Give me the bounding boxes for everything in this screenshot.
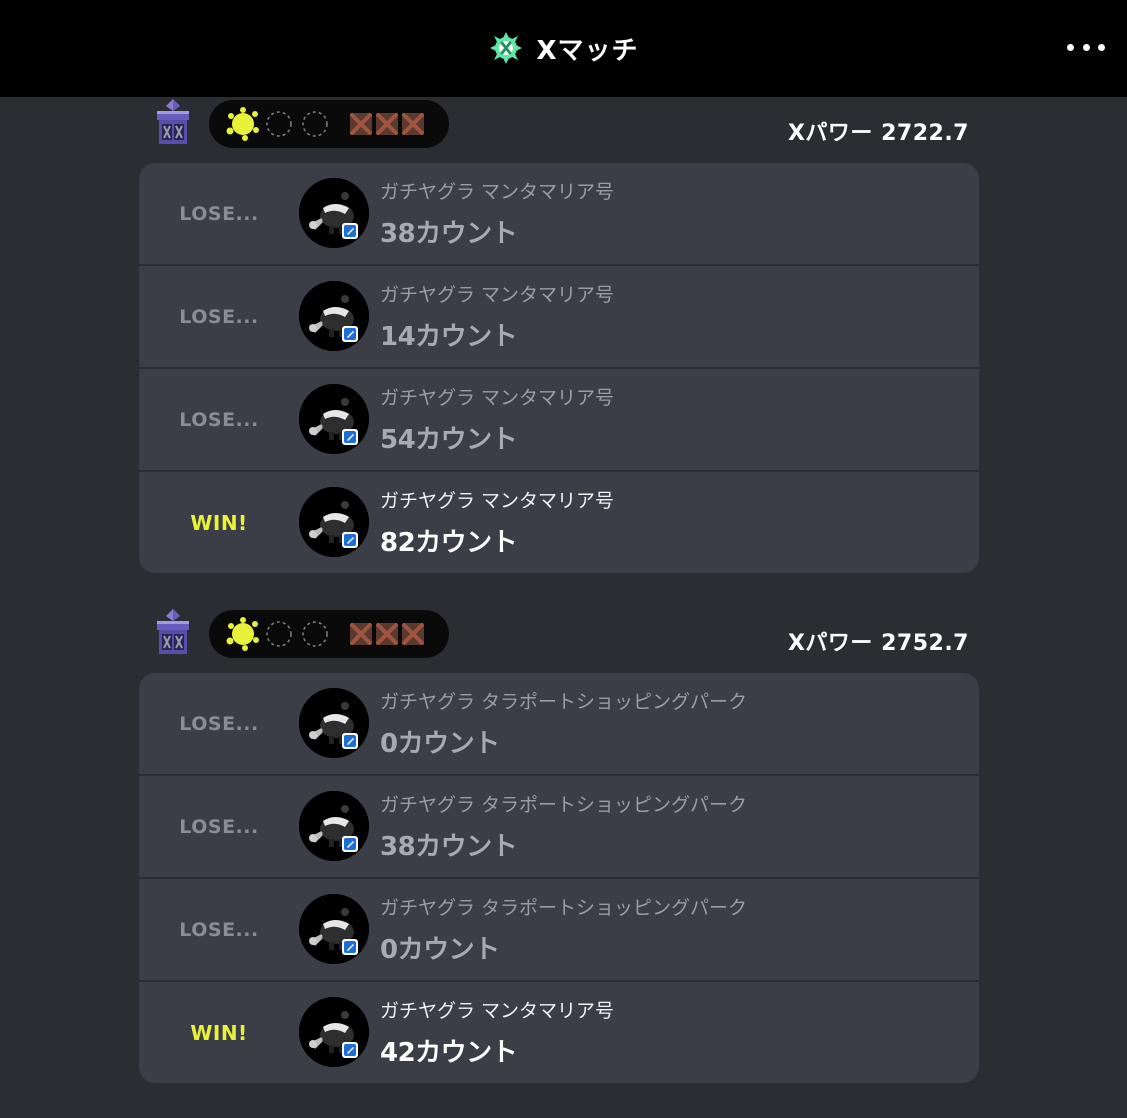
- match-row[interactable]: LOSE... ガチヤグラ マンタマリア号 38カウント: [139, 163, 979, 264]
- count-score: 0カウント: [380, 935, 500, 965]
- stage-name: ガチヤグラ マンタマリア号: [380, 284, 615, 306]
- edit-badge-icon: [341, 1041, 359, 1059]
- weapon-avatar: [299, 688, 369, 758]
- tower-control-mode-icon: [149, 607, 197, 657]
- loss-mark-icon: [402, 113, 424, 135]
- lose-label: LOSE...: [179, 408, 259, 431]
- match-row[interactable]: LOSE... ガチヤグラ マンタマリア号 54カウント: [139, 367, 979, 470]
- count-score: 38カウント: [380, 219, 518, 249]
- stage-name: ガチヤグラ タラポートショッピングパーク: [380, 794, 748, 816]
- loss-mark-icon: [402, 623, 424, 645]
- weapon-avatar: [299, 894, 369, 964]
- edit-badge-icon: [341, 325, 359, 343]
- count-score: 0カウント: [380, 729, 500, 759]
- lose-label: LOSE...: [179, 918, 259, 941]
- lose-label: LOSE...: [179, 202, 259, 225]
- count-score: 82カウント: [380, 528, 518, 558]
- edit-badge-icon: [341, 428, 359, 446]
- weapon-avatar: [299, 487, 369, 557]
- lose-label: LOSE...: [179, 305, 259, 328]
- edit-badge-icon: [341, 222, 359, 240]
- stage-name: ガチヤグラ マンタマリア号: [380, 387, 615, 409]
- loss-mark-icon: [350, 623, 372, 645]
- match-row[interactable]: WIN! ガチヤグラ マンタマリア号 42カウント: [139, 980, 979, 1083]
- battle-group: Xパワー 2752.7 LOSE... ガチヤグラ タラポートショッピングパーク 0…: [139, 607, 979, 1083]
- count-score: 42カウント: [380, 1038, 518, 1068]
- weapon-avatar: [299, 791, 369, 861]
- page-title: Xマッチ: [536, 35, 639, 66]
- win-label: WIN!: [190, 510, 248, 535]
- stage-name: ガチヤグラ タラポートショッピングパーク: [380, 897, 748, 919]
- win-label: WIN!: [190, 1020, 248, 1045]
- top-bar: Xマッチ: [0, 0, 1127, 97]
- lose-label: LOSE...: [179, 712, 259, 735]
- match-list: LOSE... ガチヤグラ タラポートショッピングパーク 0カウント LOSE...…: [139, 673, 979, 1083]
- weapon-avatar: [299, 178, 369, 248]
- loss-mark-icon: [350, 113, 372, 135]
- match-row[interactable]: LOSE... ガチヤグラ マンタマリア号 14カウント: [139, 264, 979, 367]
- loss-mark-icon: [376, 113, 398, 135]
- stage-name: ガチヤグラ タラポートショッピングパーク: [380, 691, 748, 713]
- match-row[interactable]: LOSE... ガチヤグラ タラポートショッピングパーク 0カウント: [139, 673, 979, 774]
- win-splat-icon: [226, 107, 259, 141]
- count-score: 54カウント: [380, 425, 518, 455]
- lose-label: LOSE...: [179, 815, 259, 838]
- stage-name: ガチヤグラ マンタマリア号: [380, 181, 615, 203]
- empty-slot-icon: [302, 621, 328, 647]
- empty-slot-icon: [266, 621, 292, 647]
- edit-badge-icon: [341, 938, 359, 956]
- weapon-avatar: [299, 281, 369, 351]
- group-header: Xパワー 2722.7: [139, 97, 979, 155]
- win-loss-record: [209, 610, 449, 658]
- match-row[interactable]: WIN! ガチヤグラ マンタマリア号 82カウント: [139, 470, 979, 573]
- x-power-value: Xパワー 2722.7: [787, 121, 969, 146]
- edit-badge-icon: [341, 732, 359, 750]
- win-loss-record: [209, 100, 449, 148]
- more-menu-button[interactable]: [1067, 36, 1105, 58]
- count-score: 38カウント: [380, 832, 518, 862]
- tower-control-mode-icon: [149, 97, 197, 147]
- match-row[interactable]: LOSE... ガチヤグラ タラポートショッピングパーク 38カウント: [139, 774, 979, 877]
- edit-badge-icon: [341, 835, 359, 853]
- x-match-emblem-icon: [490, 32, 523, 64]
- match-row[interactable]: LOSE... ガチヤグラ タラポートショッピングパーク 0カウント: [139, 877, 979, 980]
- count-score: 14カウント: [380, 322, 518, 352]
- stage-name: ガチヤグラ マンタマリア号: [380, 1000, 615, 1022]
- title-area: Xマッチ: [0, 30, 1127, 66]
- more-dots-icon: [1067, 43, 1074, 51]
- x-power-value: Xパワー 2752.7: [787, 631, 969, 656]
- battle-group: Xパワー 2722.7 LOSE... ガチヤグラ マンタマリア号 38カウント LO…: [139, 97, 979, 573]
- match-list: LOSE... ガチヤグラ マンタマリア号 38カウント LOSE... ガチヤグラ…: [139, 163, 979, 573]
- weapon-avatar: [299, 384, 369, 454]
- empty-slot-icon: [302, 111, 328, 137]
- loss-mark-icon: [376, 623, 398, 645]
- group-header: Xパワー 2752.7: [139, 607, 979, 665]
- stage-name: ガチヤグラ マンタマリア号: [380, 490, 615, 512]
- empty-slot-icon: [266, 111, 292, 137]
- edit-badge-icon: [341, 531, 359, 549]
- weapon-avatar: [299, 997, 369, 1067]
- win-splat-icon: [226, 617, 259, 651]
